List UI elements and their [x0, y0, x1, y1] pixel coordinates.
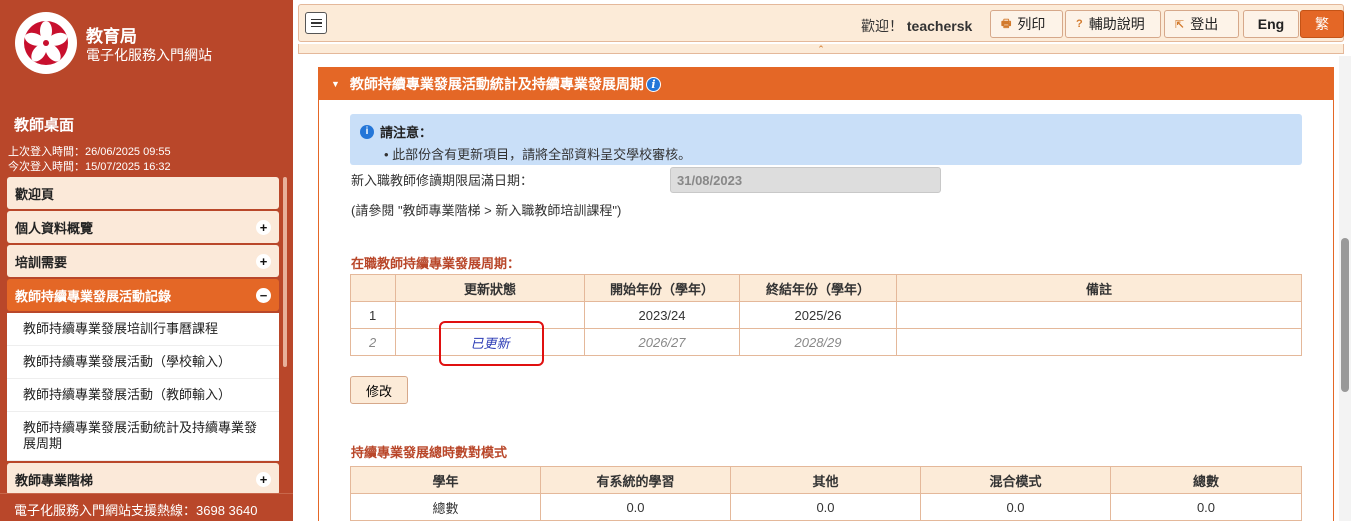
- sidebar-item-training-needs[interactable]: 培訓需要 +: [7, 245, 279, 277]
- submenu-item-cpd-teacher-input[interactable]: 教師持續專業發展活動（教師輸入）: [7, 379, 279, 412]
- sidebar-item-professional-ladder[interactable]: 教師專業階梯 +: [7, 463, 279, 495]
- table-cell: 總數: [350, 493, 541, 521]
- sidebar-item-cpd-records[interactable]: 教師持續專業發展活動記錄 −: [7, 279, 279, 311]
- submenu-item-cpd-calendar[interactable]: 教師持續專業發展培訓行事曆課程: [7, 313, 279, 346]
- collapse-minus-icon[interactable]: −: [256, 287, 271, 303]
- expand-plus-icon[interactable]: +: [256, 219, 271, 235]
- cpd-hours-table: 學年 有系統的學習 其他 混合模式 總數 總數 0.0 0.0 0.0 0.0: [350, 466, 1302, 521]
- row-index: 2: [350, 328, 396, 356]
- row-index: 1: [350, 301, 396, 329]
- english-language-button[interactable]: Eng: [1243, 10, 1299, 38]
- column-header: 有系統的學習: [540, 466, 731, 494]
- sidebar-header: 教育局 電子化服務入門網站: [0, 0, 293, 104]
- sidebar-item-label: 歡迎頁: [15, 186, 55, 202]
- table-row: 總數 0.0 0.0 0.0 0.0: [350, 493, 1302, 521]
- notice-item-text: 此部份含有更新項目，請將全部資料呈交學校審核。: [392, 147, 692, 162]
- help-label: 輔助說明: [1088, 16, 1145, 32]
- column-header: 開始年份（學年）: [584, 274, 740, 302]
- welcome-message: 歡迎！ teachersk: [861, 16, 972, 36]
- sidebar: 教育局 電子化服務入門網站 教師桌面 上次登入時間：26/06/2025 09:…: [0, 0, 293, 521]
- hamburger-menu-button[interactable]: [305, 12, 327, 34]
- start-year: 2026/27: [584, 328, 740, 356]
- remark: [896, 301, 1302, 329]
- column-header: [350, 274, 396, 302]
- org-title: 教育局: [86, 27, 137, 46]
- expand-plus-icon[interactable]: +: [256, 253, 271, 269]
- column-header: 終結年份（學年）: [739, 274, 897, 302]
- panel-title: 教師持續專業發展活動統計及持續專業發展周期: [349, 76, 644, 92]
- column-header: 其他: [730, 466, 921, 494]
- reference-note: (請參閱 "教師專業階梯 > 新入職教師培訓課程"): [351, 203, 622, 218]
- column-header: 總數: [1110, 466, 1302, 494]
- sidebar-item-label: 教師持續專業發展活動記錄: [15, 288, 172, 304]
- cpd-cycle-title: 在職教師持續專業發展周期：: [351, 256, 521, 271]
- username: teachersk: [906, 18, 973, 34]
- column-header: 學年: [350, 466, 541, 494]
- column-header: 更新狀態: [395, 274, 585, 302]
- sidebar-item-welcome[interactable]: 歡迎頁: [7, 177, 279, 209]
- sidebar-menu: 歡迎頁 個人資料概覽 + 培訓需要 + 教師持續專業發展活動記錄 − 教師持續專…: [7, 177, 279, 497]
- deadline-field: 31/08/2023: [670, 167, 941, 193]
- last-login-time: 上次登入時間：26/06/2025 09:55: [8, 146, 171, 158]
- current-login-time: 今次登入時間：15/07/2025 16:32: [8, 161, 171, 173]
- caret-down-icon: ▼: [331, 79, 340, 89]
- portal-title: 電子化服務入門網站: [86, 47, 212, 63]
- highlight-annotation: [439, 321, 544, 366]
- start-year: 2023/24: [584, 301, 740, 329]
- print-label: 列印: [1017, 16, 1046, 32]
- column-header: 混合模式: [920, 466, 1111, 494]
- top-bar: 歡迎！ teachersk 🖶 列印 ? 輔助說明 ⇱ 登出 Eng 繁: [298, 4, 1344, 42]
- expand-plus-icon[interactable]: +: [256, 471, 271, 487]
- question-icon: ?: [1076, 18, 1083, 30]
- deadline-label: 新入職教師修讀期限屆滿日期：: [351, 173, 534, 188]
- external-link-icon: ⇱: [1175, 18, 1185, 31]
- traditional-chinese-button[interactable]: 繁: [1300, 10, 1344, 38]
- notice-box: i 請注意： • 此部份含有更新項目，請將全部資料呈交學校審核。: [350, 114, 1302, 165]
- info-icon: i: [360, 124, 374, 139]
- info-icon[interactable]: i: [645, 76, 661, 92]
- notice-title: i 請注意：: [360, 122, 1292, 141]
- logout-label: 登出: [1190, 16, 1219, 32]
- chevron-up-icon: ⌃: [817, 44, 825, 54]
- table-header-row: 更新狀態 開始年份（學年） 終結年份（學年） 備註: [350, 274, 1302, 302]
- remark: [896, 328, 1302, 356]
- table-header-row: 學年 有系統的學習 其他 混合模式 總數: [350, 466, 1302, 494]
- page-scrollbar-thumb[interactable]: [1341, 238, 1349, 392]
- welcome-prefix: 歡迎！: [861, 18, 903, 34]
- table-cell: 0.0: [540, 493, 731, 521]
- cpd-hours-title: 持續專業發展總時數對模式: [351, 445, 508, 460]
- sidebar-item-label: 教師專業階梯: [15, 472, 94, 488]
- sidebar-scrollbar[interactable]: [283, 177, 287, 367]
- submenu-item-cpd-school-input[interactable]: 教師持續專業發展活動（學校輸入）: [7, 346, 279, 379]
- logout-button[interactable]: ⇱ 登出: [1164, 10, 1239, 38]
- notice-item: • 此部份含有更新項目，請將全部資料呈交學校審核。: [384, 147, 692, 162]
- collapse-header-bar[interactable]: ⌃: [298, 44, 1344, 54]
- sidebar-item-label: 個人資料概覽: [15, 220, 94, 236]
- notice-title-label: 請注意：: [380, 125, 433, 140]
- end-year: 2025/26: [739, 301, 897, 329]
- submenu-item-cpd-statistics[interactable]: 教師持續專業發展活動統計及持續專業發展周期: [7, 412, 279, 461]
- table-cell: 0.0: [920, 493, 1111, 521]
- print-button[interactable]: 🖶 列印: [990, 10, 1063, 38]
- table-cell: 0.0: [730, 493, 921, 521]
- help-button[interactable]: ? 輔助說明: [1065, 10, 1161, 38]
- sidebar-submenu: 教師持續專業發展培訓行事曆課程 教師持續專業發展活動（學校輸入） 教師持續專業發…: [7, 313, 279, 461]
- bauhinia-logo-icon[interactable]: [15, 12, 77, 74]
- edit-button[interactable]: 修改: [350, 376, 408, 404]
- cpd-statistics-panel: ▼ 教師持續專業發展活動統計及持續專業發展周期 i i 請注意： • 此部份含有…: [318, 67, 1334, 521]
- printer-icon: 🖶: [1001, 17, 1012, 30]
- sidebar-item-label: 培訓需要: [15, 254, 68, 270]
- sidebar-item-profile[interactable]: 個人資料概覽 +: [7, 211, 279, 243]
- support-hotline: 電子化服務入門網站支援熱線：3698 3640: [0, 493, 293, 521]
- table-cell: 0.0: [1110, 493, 1302, 521]
- column-header: 備註: [896, 274, 1302, 302]
- end-year: 2028/29: [739, 328, 897, 356]
- desk-title: 教師桌面: [14, 117, 75, 134]
- panel-header[interactable]: ▼ 教師持續專業發展活動統計及持續專業發展周期 i: [319, 68, 1333, 100]
